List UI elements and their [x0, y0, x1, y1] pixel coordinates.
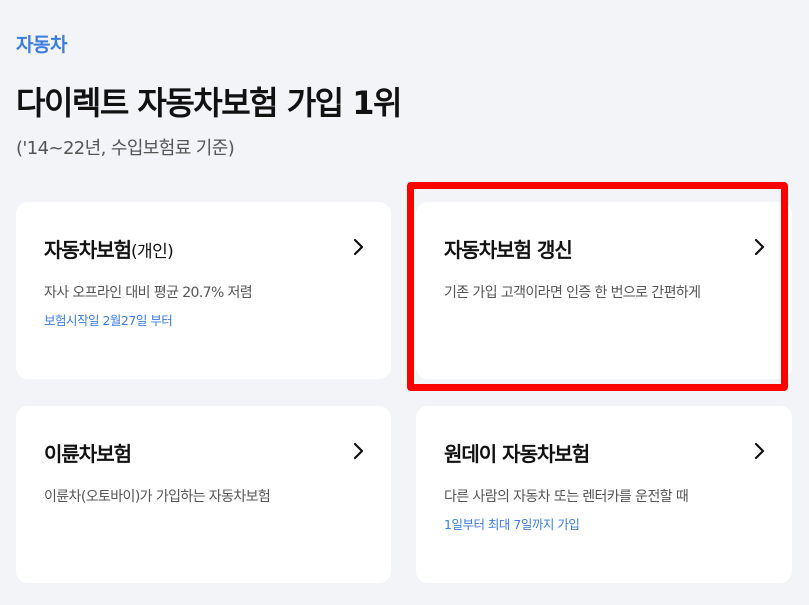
card-title-suffix: (개인) — [131, 242, 174, 262]
card-oneday-auto-insurance[interactable]: 원데이 자동차보험 다른 사람의 자동차 또는 렌터카를 운전할 때 1일부터 … — [416, 406, 792, 583]
card-description: 자사 오프라인 대비 평균 20.7% 저렴 — [44, 285, 253, 301]
card-description: 기존 가입 고객이라면 인증 한 번으로 간편하게 — [444, 285, 701, 301]
chevron-right-icon — [353, 442, 364, 460]
category-label: 자동차 — [16, 34, 67, 56]
card-auto-insurance-renewal[interactable]: 자동차보험 갱신 기존 가입 고객이라면 인증 한 번으로 간편하게 — [416, 202, 792, 379]
card-note: 1일부터 최대 7일까지 가입 — [444, 517, 580, 532]
card-title: 자동차보험 갱신 — [444, 238, 573, 262]
card-title: 이륜차보험 — [44, 442, 132, 466]
chevron-right-icon — [754, 442, 765, 460]
card-auto-insurance-personal[interactable]: 자동차보험(개인) 자사 오프라인 대비 평균 20.7% 저렴 보험시작일 2… — [16, 202, 391, 379]
page-title: 다이렉트 자동차보험 가입 1위 — [16, 84, 402, 122]
card-title: 자동차보험(개인) — [44, 238, 174, 262]
page-subtitle: ('14~22년, 수입보험료 기준) — [16, 138, 235, 159]
card-description: 다른 사람의 자동차 또는 렌터카를 운전할 때 — [444, 489, 689, 505]
chevron-right-icon — [754, 238, 765, 256]
card-description: 이륜차(오토바이)가 가입하는 자동차보험 — [44, 489, 271, 505]
card-motorcycle-insurance[interactable]: 이륜차보험 이륜차(오토바이)가 가입하는 자동차보험 — [16, 406, 391, 583]
card-note: 보험시작일 2월27일 부터 — [44, 313, 173, 328]
card-title: 원데이 자동차보험 — [444, 442, 590, 466]
chevron-right-icon — [353, 238, 364, 256]
